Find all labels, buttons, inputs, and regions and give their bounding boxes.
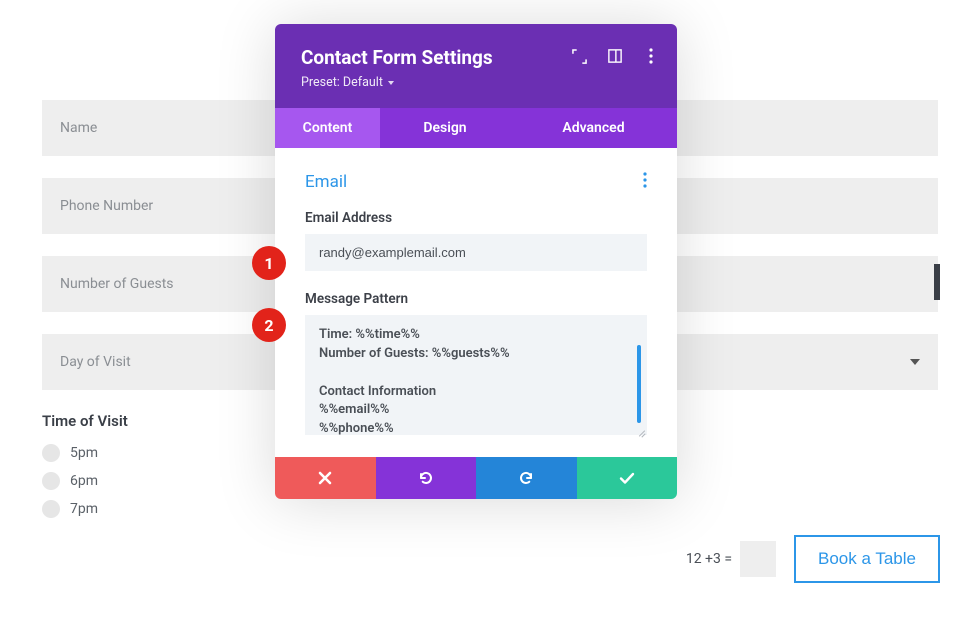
redo-icon <box>517 469 535 487</box>
settings-modal: Contact Form Settings Preset: Default Co… <box>275 24 677 499</box>
message-label: Message Pattern <box>305 291 647 307</box>
message-textarea[interactable] <box>305 315 647 435</box>
section-title[interactable]: Email <box>305 172 347 192</box>
chevron-down-icon <box>388 81 394 85</box>
undo-icon <box>417 469 435 487</box>
field-label: Phone Number <box>60 198 153 214</box>
email-label: Email Address <box>305 210 647 226</box>
modal-preset[interactable]: Preset: Default <box>301 75 651 90</box>
radio-label: 7pm <box>70 501 98 517</box>
radio-option[interactable]: 7pm <box>42 500 938 518</box>
layout-icon[interactable] <box>607 48 623 64</box>
chevron-down-icon <box>910 359 920 365</box>
radio-icon <box>42 500 60 518</box>
close-icon <box>318 471 332 485</box>
email-input[interactable] <box>305 234 647 271</box>
field-label: Name <box>60 120 97 136</box>
more-icon[interactable] <box>643 48 659 64</box>
modal-tabs: Content Design Advanced <box>275 108 677 148</box>
modal-footer <box>275 457 677 499</box>
undo-button[interactable] <box>376 457 477 499</box>
header-icons <box>571 48 659 64</box>
scrollbar[interactable] <box>637 345 641 423</box>
section-more-icon[interactable] <box>643 172 647 192</box>
save-button[interactable] <box>577 457 678 499</box>
resize-handle-icon[interactable] <box>637 429 645 437</box>
field-label: Number of Guests <box>60 276 174 292</box>
message-wrap <box>305 315 647 439</box>
radio-label: 5pm <box>70 445 98 461</box>
edge-handle <box>934 264 940 300</box>
annotation-badge-1: 1 <box>252 246 286 280</box>
book-button[interactable]: Book a Table <box>794 535 940 583</box>
annotation-badge-2: 2 <box>252 308 286 342</box>
expand-icon[interactable] <box>571 48 587 64</box>
tab-design[interactable]: Design <box>380 108 510 148</box>
redo-button[interactable] <box>476 457 577 499</box>
tab-content[interactable]: Content <box>275 108 380 148</box>
modal-header: Contact Form Settings Preset: Default <box>275 24 677 108</box>
radio-icon <box>42 472 60 490</box>
radio-label: 6pm <box>70 473 98 489</box>
check-icon <box>619 470 635 486</box>
preset-label: Preset: Default <box>301 75 383 90</box>
modal-body: Email Email Address Message Pattern <box>275 148 677 457</box>
bottom-bar: 12 +3 = Book a Table <box>686 535 940 583</box>
tab-advanced[interactable]: Advanced <box>510 108 677 148</box>
field-label: Day of Visit <box>60 354 131 370</box>
captcha: 12 +3 = <box>686 541 776 577</box>
section-header: Email <box>305 172 647 192</box>
radio-icon <box>42 444 60 462</box>
cancel-button[interactable] <box>275 457 376 499</box>
captcha-input[interactable] <box>740 541 776 577</box>
captcha-text: 12 +3 = <box>686 551 732 567</box>
